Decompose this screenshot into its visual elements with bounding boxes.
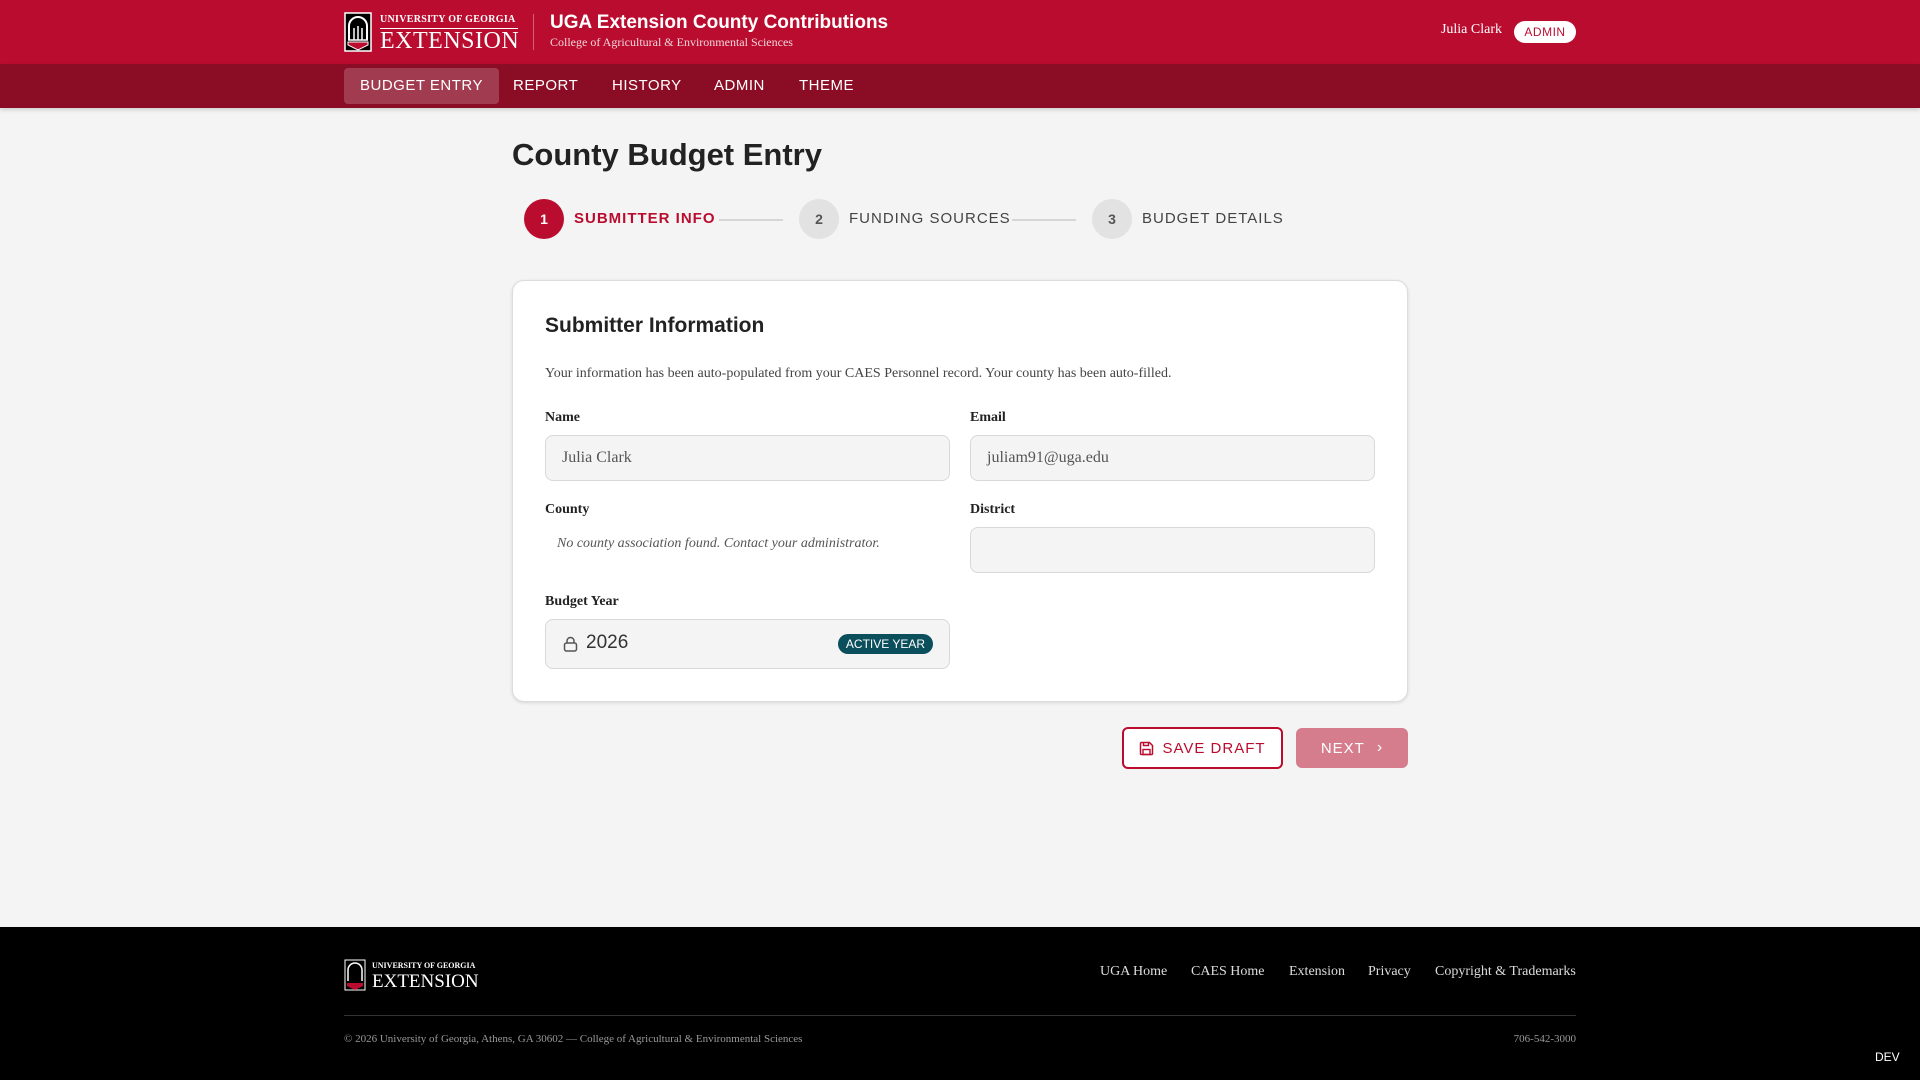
active-year-badge: ACTIVE YEAR [838,634,933,654]
footer-logo[interactable]: UNIVERSITY OF GEORGIA EXTENSION [344,959,482,992]
footer-link-privacy[interactable]: Privacy [1368,964,1411,980]
county-message: No county association found. Contact you… [557,536,880,551]
env-badge: DEV [1875,1050,1900,1064]
nav-theme[interactable]: THEME [783,68,870,104]
chevron-right-icon: › [1376,739,1384,756]
email-field[interactable]: juliam91@uga.edu [970,435,1375,481]
arch-icon [344,959,366,991]
footer-logo-main: EXTENSION [372,971,479,992]
card-title: Submitter Information [545,314,765,337]
step-3-label[interactable]: BUDGET DETAILS [1142,209,1284,229]
step-1-circle[interactable]: 1 [524,199,564,239]
footer [0,927,1920,1080]
arch-icon [344,12,372,52]
app-header [0,0,1920,64]
budget-year-label: Budget Year [545,594,619,609]
footer-link-uga-home[interactable]: UGA Home [1100,964,1167,980]
nav-history[interactable]: HISTORY [596,68,698,104]
footer-link-extension[interactable]: Extension [1289,964,1345,980]
role-badge: ADMIN [1514,21,1576,43]
app-title: UGA Extension County Contributions [550,12,889,33]
step-3-circle[interactable]: 3 [1092,199,1132,239]
footer-link-copyright[interactable]: Copyright & Trademarks [1435,964,1576,980]
name-label: Name [545,410,580,425]
logo-top-text: UNIVERSITY OF GEORGIA [380,14,516,25]
footer-divider [344,1015,1576,1016]
county-label: County [545,502,590,517]
page-title: County Budget Entry [512,137,822,172]
step-2-label[interactable]: FUNDING SOURCES [849,209,1011,229]
logo-main-text: EXTENSION [380,28,520,54]
email-label: Email [970,410,1006,425]
uga-extension-logo[interactable]: UNIVERSITY OF GEORGIA EXTENSION [344,12,520,54]
nav-admin[interactable]: ADMIN [698,68,781,104]
nav-budget-entry[interactable]: BUDGET ENTRY [344,68,499,104]
lock-icon [563,636,578,652]
footer-copyright: © 2026 University of Georgia, Athens, GA… [344,1033,803,1045]
nav-report[interactable]: REPORT [497,68,594,104]
app-subtitle: College of Agricultural & Environmental … [550,35,793,49]
footer-logo-top: UNIVERSITY OF GEORGIA [372,961,476,970]
save-draft-label: SAVE DRAFT [1162,739,1266,757]
step-connector [719,219,783,221]
district-field[interactable] [970,527,1375,573]
footer-phone: 706-542-3000 [1513,1033,1576,1045]
user-name[interactable]: Julia Clark [1441,22,1502,38]
footer-link-caes-home[interactable]: CAES Home [1191,964,1265,980]
save-icon [1140,741,1154,755]
next-button[interactable]: NEXT › [1296,728,1408,768]
step-1-label[interactable]: SUBMITTER INFO [574,209,716,229]
district-label: District [970,502,1016,517]
save-draft-button[interactable]: SAVE DRAFT [1122,727,1283,769]
step-connector [1012,219,1076,221]
info-text: Your information has been auto-populated… [545,366,1172,381]
next-label: NEXT [1320,739,1365,757]
budget-year-value: 2026 [586,632,629,653]
step-2-circle[interactable]: 2 [799,199,839,239]
main-nav [0,64,1920,108]
name-field[interactable]: Julia Clark [545,435,950,481]
